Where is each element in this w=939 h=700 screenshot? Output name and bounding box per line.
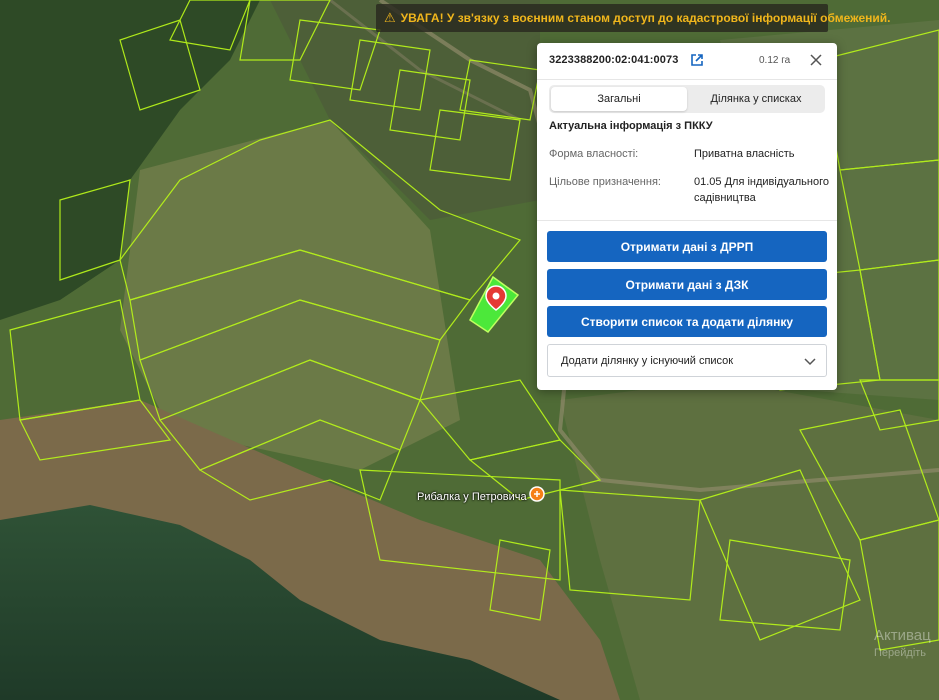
ownership-label: Форма власності: [549, 148, 639, 160]
warning-banner: ⚠ УВАГА! У зв'язку з воєнним станом дост… [376, 4, 890, 32]
close-icon[interactable] [808, 52, 824, 68]
panel-tabs: Загальні Ділянка у списках [549, 85, 825, 113]
warning-triangle-icon: ⚠ [384, 10, 396, 25]
parcel-info-panel: 3223388200:02:041:0073 0.12 га Загальні … [537, 43, 837, 390]
chevron-down-icon [804, 358, 816, 366]
cadastral-number: 3223388200:02:041:0073 [549, 54, 679, 66]
get-drrp-data-button[interactable]: Отримати дані з ДРРП [547, 231, 827, 262]
poi-label[interactable]: Рибалка у Петровича [417, 491, 527, 503]
parcel-area: 0.12 га [759, 55, 791, 66]
section-title: Актуальна інформація з ПККУ [549, 120, 713, 132]
tab-parcel-in-lists[interactable]: Ділянка у списках [689, 87, 823, 111]
external-link-icon[interactable] [690, 53, 704, 67]
get-dzk-data-button[interactable]: Отримати дані з ДЗК [547, 269, 827, 300]
select-label: Додати ділянку у існуючий список [561, 355, 734, 367]
activation-watermark-sub: Перейдіть [874, 647, 927, 659]
tab-general[interactable]: Загальні [551, 87, 687, 111]
add-to-existing-list-select[interactable]: Додати ділянку у існуючий список [547, 344, 827, 377]
activation-watermark: Активац [874, 627, 931, 644]
purpose-label: Цільове призначення: [549, 176, 661, 188]
divider [537, 220, 837, 221]
fishing-poi-icon[interactable] [529, 486, 545, 502]
purpose-value: 01.05 Для індивідуального садівництва [694, 176, 829, 204]
panel-header: 3223388200:02:041:0073 0.12 га [537, 43, 837, 80]
create-list-add-parcel-button[interactable]: Створити список та додати ділянку [547, 306, 827, 337]
ownership-value: Приватна власність [694, 148, 795, 160]
warning-text: УВАГА! У зв'язку з воєнним станом доступ… [400, 11, 891, 25]
